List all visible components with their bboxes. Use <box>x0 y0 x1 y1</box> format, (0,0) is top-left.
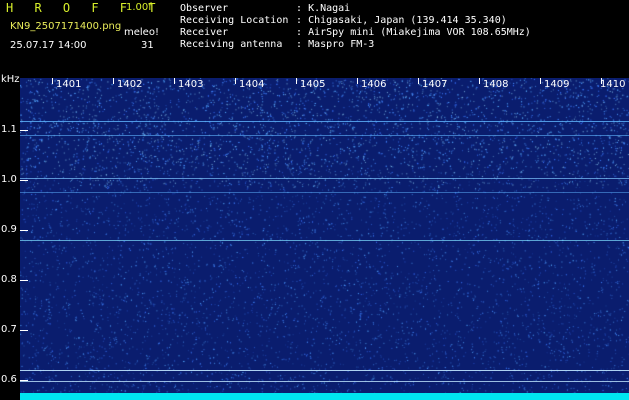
image-filename: KN9_2507171400.png <box>10 21 122 32</box>
carrier-line <box>20 192 629 193</box>
info-value-antenna: : Maspro FM-3 <box>296 39 375 50</box>
x-tick-label: 1405 <box>300 79 326 90</box>
y-tick-label: 0.9 <box>1 224 17 235</box>
observation-datetime: 25.07.17 14:00 <box>10 40 87 51</box>
y-tick-label: 1.1 <box>1 124 17 135</box>
x-tick-label: 1410 <box>600 79 626 90</box>
x-tick-label: 1408 <box>483 79 509 90</box>
y-tick <box>20 280 28 281</box>
info-key-receiver: Receiver <box>180 27 229 38</box>
x-tick <box>540 78 541 84</box>
carrier-line <box>20 178 629 179</box>
y-tick-label: 0.8 <box>1 274 17 285</box>
carrier-line <box>20 381 629 382</box>
info-key-location: Receiving Location <box>180 15 289 26</box>
y-tick <box>20 330 28 331</box>
x-tick <box>479 78 480 84</box>
x-tick-label: 1401 <box>56 79 82 90</box>
info-value-receiver: : AirSpy mini (Miakejima VOR 108.65MHz) <box>296 27 531 38</box>
x-tick-label: 1402 <box>117 79 143 90</box>
info-value-observer: : K.Nagai <box>296 3 351 14</box>
spectrogram-noise <box>20 78 629 400</box>
info-value-location: : Chigasaki, Japan (139.414 35.340) <box>296 15 507 26</box>
y-tick-label: 0.7 <box>1 324 17 335</box>
version-label: 1.00f <box>126 2 152 13</box>
carrier-line <box>20 135 629 136</box>
y-axis-unit: kHz <box>1 74 20 85</box>
carrier-line <box>20 240 629 241</box>
x-tick <box>601 78 602 84</box>
x-tick <box>235 78 236 84</box>
y-tick <box>20 230 28 231</box>
carrier-line <box>20 121 629 122</box>
noise-floor-band <box>20 393 629 400</box>
meleo-label: meleo! <box>124 27 159 38</box>
x-tick-label: 1406 <box>361 79 387 90</box>
x-tick-label: 1404 <box>239 79 265 90</box>
x-tick <box>52 78 53 84</box>
carrier-line <box>20 370 629 371</box>
x-tick-label: 1403 <box>178 79 204 90</box>
hrofft-window: { "header": { "brand": "H R O F F T", "v… <box>0 0 629 400</box>
meleo-count: 31 <box>141 40 154 51</box>
x-tick <box>357 78 358 84</box>
x-tick <box>418 78 419 84</box>
info-key-observer: Observer <box>180 3 229 14</box>
x-tick <box>174 78 175 84</box>
spectrogram-plot <box>20 78 629 400</box>
y-tick <box>20 380 28 381</box>
y-tick <box>20 130 28 131</box>
x-tick <box>113 78 114 84</box>
x-tick <box>296 78 297 84</box>
x-tick-label: 1407 <box>422 79 448 90</box>
y-tick-label: 1.0 <box>1 174 17 185</box>
y-tick-label: 0.6 <box>1 374 17 385</box>
x-tick-label: 1409 <box>544 79 570 90</box>
info-key-antenna: Receiving antenna <box>180 39 283 50</box>
y-tick <box>20 180 28 181</box>
